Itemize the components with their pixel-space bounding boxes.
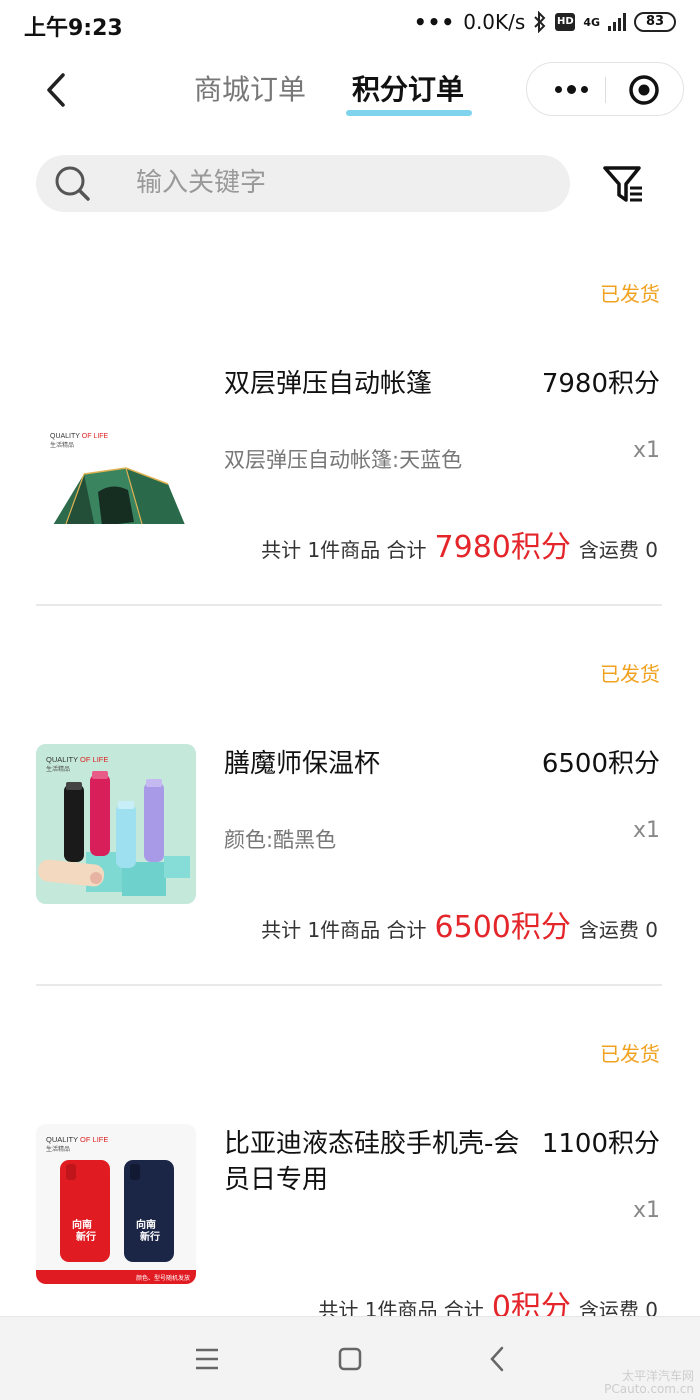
product-quantity: x1 xyxy=(632,438,660,463)
order-status: 已发货 xyxy=(600,662,660,686)
signal-icon xyxy=(608,13,626,31)
order-status: 已发货 xyxy=(600,282,660,306)
chevron-left-icon xyxy=(47,73,65,107)
back-icon[interactable] xyxy=(484,1345,512,1373)
tent-image[interactable]: QUALITY OF LIFE 生活精品 xyxy=(36,364,196,524)
product-name[interactable]: 膳魔师保温杯 xyxy=(224,746,544,782)
thermos-illustration: QUALITY OF LIFE 生活精品 xyxy=(36,744,196,904)
menu-icon[interactable] xyxy=(193,1345,221,1373)
shipping-fee: 含运费 0 xyxy=(578,918,658,942)
status-bar: 上午9:23 ••• 0.0K/s HD 4G 83 xyxy=(0,0,700,52)
status-indicators: ••• 0.0K/s HD 4G 83 xyxy=(414,10,676,34)
order-status: 已发货 xyxy=(600,1042,660,1066)
header: 商城订单 积分订单 xyxy=(0,52,700,128)
product-spec: 双层弹压自动帐篷:天蓝色 xyxy=(224,448,463,472)
search-icon xyxy=(55,166,90,201)
product-name[interactable]: 双层弹压自动帐篷 xyxy=(224,366,544,402)
product-price: 1100积分 xyxy=(541,1129,660,1159)
more-options-button[interactable] xyxy=(537,63,605,115)
watermark: 太平洋汽车网 PCauto.com.cn xyxy=(604,1370,694,1396)
thermos-image[interactable]: QUALITY OF LIFE 生活精品 xyxy=(36,744,196,904)
close-miniprogram-icon[interactable] xyxy=(627,73,661,107)
order-total: 6500积分 xyxy=(434,910,571,945)
network-type: 4G xyxy=(583,15,600,29)
back-button[interactable] xyxy=(34,66,78,114)
summary-count: 共计 1件商品 合计 xyxy=(261,538,427,562)
search-input[interactable] xyxy=(136,163,556,203)
watermark-line2: PCauto.com.cn xyxy=(604,1382,694,1396)
summary-count: 共计 1件商品 合计 xyxy=(261,918,427,942)
more-notifications-icon: ••• xyxy=(413,10,456,34)
thumb-caption: 颜色、型号随机发放 xyxy=(136,1274,190,1282)
thumb-sub: 生活精品 xyxy=(50,441,74,449)
svg-text:向南: 向南 xyxy=(72,1218,92,1231)
order-card[interactable]: 已发货 QUALITY OF LIFE 生活精品 膳魔师保温杯 6500积分 颜… xyxy=(36,658,662,1038)
bluetooth-icon xyxy=(534,11,546,33)
shipping-fee: 含运费 0 xyxy=(578,538,658,562)
svg-text:新行: 新行 xyxy=(76,1230,96,1243)
thumb-brand: QUALITY OF LIFE xyxy=(50,433,109,440)
thumb-sub: 生活精品 xyxy=(46,1145,70,1153)
home-icon[interactable] xyxy=(336,1345,364,1373)
product-spec: 颜色:酷黑色 xyxy=(224,828,337,852)
svg-text:向南: 向南 xyxy=(136,1218,156,1231)
miniprogram-capsule xyxy=(526,62,684,116)
phone-case-image[interactable]: QUALITY OF LIFE 生活精品 向南 新行 向南 新行 颜色、型号随机… xyxy=(36,1124,196,1284)
order-summary: 共计 1件商品 合计 6500积分 含运费 0 xyxy=(261,902,658,946)
filter-icon[interactable] xyxy=(602,162,644,206)
product-price: 6500积分 xyxy=(541,749,660,779)
thumb-brand: QUALITY OF LIFE xyxy=(46,755,108,764)
order-total: 7980积分 xyxy=(434,530,571,565)
phone-case-illustration: QUALITY OF LIFE 生活精品 向南 新行 向南 新行 颜色、型号随机… xyxy=(36,1124,196,1284)
divider xyxy=(36,604,662,606)
product-quantity: x1 xyxy=(632,818,660,843)
order-card[interactable]: 已发货 QUALITY OF LIFE 生活精品 双层弹压自动帐篷 7980积分… xyxy=(36,278,662,658)
network-speed: 0.0K/s xyxy=(463,10,526,34)
system-nav-bar: 太平洋汽车网 PCauto.com.cn xyxy=(0,1316,700,1400)
search-bar[interactable] xyxy=(36,155,570,212)
tab-mall-orders[interactable]: 商城订单 xyxy=(194,70,306,110)
battery-icon: 83 xyxy=(634,12,676,32)
thumb-sub: 生活精品 xyxy=(46,765,70,773)
order-summary: 共计 1件商品 合计 7980积分 含运费 0 xyxy=(261,522,658,566)
status-time: 上午9:23 xyxy=(24,16,123,41)
product-price: 7980积分 xyxy=(541,369,660,399)
divider xyxy=(36,984,662,986)
hd-badge: HD xyxy=(555,13,576,31)
thumb-brand: QUALITY OF LIFE xyxy=(46,1135,108,1144)
capsule-divider xyxy=(605,77,606,103)
product-name[interactable]: 比亚迪液态硅胶手机壳-会员日专用 xyxy=(224,1126,544,1198)
tab-points-orders[interactable]: 积分订单 xyxy=(352,70,464,110)
product-quantity: x1 xyxy=(632,1198,660,1223)
tent-illustration: QUALITY OF LIFE 生活精品 xyxy=(50,433,185,524)
app-screen: 上午9:23 ••• 0.0K/s HD 4G 83 商城订单 积分订单 输入关… xyxy=(0,0,700,1400)
svg-text:新行: 新行 xyxy=(140,1230,160,1243)
active-tab-indicator xyxy=(346,110,472,116)
